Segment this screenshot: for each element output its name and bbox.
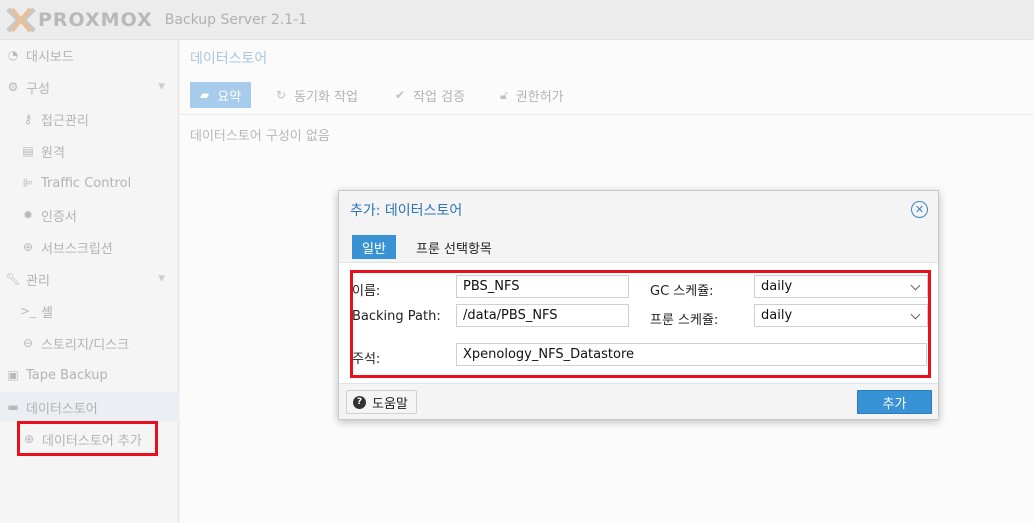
close-icon[interactable]: ✕ [911, 201, 928, 218]
chevron-down-icon[interactable]: ▼ [158, 274, 165, 284]
product-version: Backup Server 2.1-1 [164, 12, 308, 28]
help-button[interactable]: ? 도움말 [346, 390, 417, 414]
sidebar-item-label: 인증서 [41, 209, 77, 225]
page-title: 데이터스토어 [190, 51, 268, 67]
signal-icon: ⊫ [22, 176, 34, 190]
tab-sync-jobs[interactable]: ↻ 동기화 작업 [276, 82, 358, 108]
sidebar-item-access-control[interactable]: ⚷ 접근관리 [0, 104, 179, 134]
question-icon: ? [353, 395, 366, 409]
tab-verify-jobs[interactable]: ✔ 작업 검증 [395, 82, 465, 108]
tab-summary[interactable]: ▰ 요약 [190, 82, 252, 108]
hdd-icon: ⊖ [22, 336, 34, 350]
book-icon: ▰ [200, 88, 210, 102]
proxmox-logo: PROXMOX Backup Server 2.1-1 [6, 7, 307, 33]
tab-permissions[interactable]: 🔓︎ 권한허가 [500, 82, 564, 108]
check-circle-icon: ✔ [395, 88, 406, 102]
sidebar-item-label: 서브스크립션 [41, 241, 113, 257]
sidebar-item-remotes[interactable]: ▤ 원격 [0, 136, 179, 166]
sidebar-item-traffic-control[interactable]: ⊫ Traffic Control [0, 168, 179, 198]
sidebar-item-datastore[interactable]: ▬ 데이터스토어 [0, 392, 179, 422]
backing-path-field[interactable]: /data/PBS_NFS [456, 304, 629, 327]
dialog-title: 추가: 데이터스토어 [350, 203, 463, 219]
backing-path-label: Backing Path: [352, 309, 441, 324]
key-icon: ⚷ [23, 112, 33, 126]
prune-schedule-select[interactable]: daily [754, 304, 928, 327]
server-icon: ▤ [22, 144, 34, 158]
gears-icon: ⚙ [7, 80, 19, 94]
add-datastore-dialog: 추가: 데이터스토어 ✕ 일반 프룬 선택항목 이름: PBS_NFS GC 스… [338, 190, 939, 420]
name-label: 이름: [352, 284, 381, 299]
dialog-header: 추가: 데이터스토어 ✕ [339, 191, 938, 229]
chevron-down-icon[interactable]: ▼ [158, 82, 165, 92]
comment-label: 주석: [352, 352, 381, 367]
archive-icon: ▬ [7, 400, 19, 414]
highlight-box-add-datastore [17, 421, 158, 456]
sidebar-item-administration[interactable]: 🔧︎ 관리 ▼ [0, 264, 179, 294]
comment-field[interactable]: Xpenology_NFS_Datastore [456, 343, 927, 366]
tab-prune-options[interactable]: 프룬 선택항목 [416, 235, 492, 259]
dialog-tabbar: 일반 프룬 선택항목 [339, 229, 938, 263]
refresh-icon: ↻ [276, 88, 287, 102]
sidebar-item-shell[interactable]: >_ 셸 [0, 296, 179, 326]
tab-label: 권한허가 [515, 89, 564, 105]
tab-label: 작업 검증 [413, 89, 466, 105]
sidebar-item-dashboard[interactable]: ◔ 대시보드 [0, 40, 179, 70]
unlock-icon: 🔓︎ [500, 87, 508, 102]
sidebar-item-subscription[interactable]: ⊕ 서브스크립션 [0, 232, 179, 262]
proxmox-x-icon [6, 7, 36, 33]
sidebar-item-certificates[interactable]: ✹ 인증서 [0, 200, 179, 230]
empty-message: 데이터스토어 구성이 없음 [190, 129, 330, 144]
sidebar-item-label: 원격 [41, 145, 65, 161]
tab-label: 동기화 작업 [294, 89, 358, 105]
tab-general[interactable]: 일반 [352, 235, 396, 259]
sidebar-item-label: 관리 [26, 273, 50, 289]
add-button[interactable]: 추가 [857, 390, 932, 414]
support-icon: ⊕ [22, 240, 34, 254]
sidebar-item-label: Tape Backup [26, 367, 108, 383]
terminal-icon: >_ [19, 304, 37, 318]
sidebar-item-label: 구성 [26, 81, 50, 97]
certificate-icon: ✹ [22, 208, 34, 222]
gc-schedule-select[interactable]: daily [754, 275, 928, 298]
sidebar-item-label: 접근관리 [41, 113, 89, 129]
sidebar-item-label: Traffic Control [41, 175, 132, 191]
sidebar-item-label: 대시보드 [26, 49, 74, 65]
sidebar-item-label: 셸 [41, 305, 53, 321]
sidebar-item-tape-backup[interactable]: ▣ Tape Backup [0, 360, 179, 390]
tape-icon: ▣ [7, 368, 19, 382]
help-button-label: 도움말 [372, 396, 408, 412]
wrench-icon: 🔧︎ [5, 272, 21, 286]
gc-schedule-label: GC 스케쥴: [650, 284, 714, 299]
content-tabbar: ▰ 요약 ↻ 동기화 작업 ✔ 작업 검증 🔓︎ 권한허가 [180, 78, 1034, 115]
sidebar-item-label: 데이터스토어 [26, 401, 98, 417]
name-field[interactable]: PBS_NFS [456, 275, 629, 298]
dashboard-icon: ◔ [7, 48, 19, 62]
sidebar-item-storage-disks[interactable]: ⊖ 스토리지/디스크 [0, 328, 179, 358]
top-bar: PROXMOX Backup Server 2.1-1 [0, 0, 1034, 40]
sidebar-item-configuration[interactable]: ⚙ 구성 ▼ [0, 72, 179, 102]
tab-label: 요약 [217, 89, 242, 105]
dialog-footer: ? 도움말 추가 [339, 383, 938, 419]
sidebar-item-label: 스토리지/디스크 [41, 337, 130, 353]
brand-name: PROXMOX [38, 9, 153, 31]
prune-schedule-label: 프룬 스케쥴: [650, 313, 719, 328]
